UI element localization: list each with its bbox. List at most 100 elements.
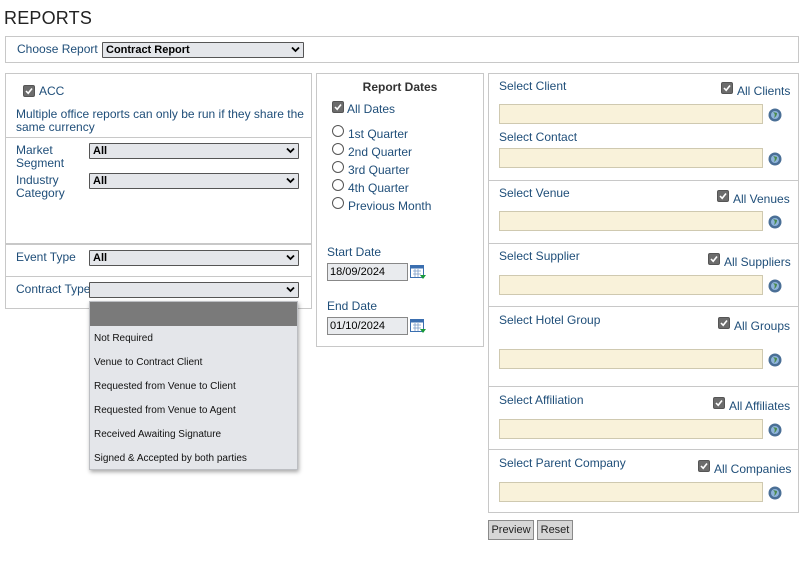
hotel-group-lookup-input[interactable] <box>499 349 763 369</box>
globe-icon[interactable] <box>768 108 782 122</box>
event-type-label: Event Type <box>16 250 76 264</box>
choose-report-select[interactable]: Contract Report <box>102 42 304 58</box>
radio-label-3rd-quarter: 3rd Quarter <box>348 163 410 177</box>
end-date-label: End Date <box>327 299 378 313</box>
select-client-label: Select Client <box>499 79 567 93</box>
dropdown-option-signed-accepted[interactable]: Signed & Accepted by both parties <box>94 453 247 464</box>
event-type-select[interactable]: All <box>89 250 299 266</box>
dropdown-option-venue-to-contract-client[interactable]: Venue to Contract Client <box>94 357 202 368</box>
radio-label-1st-quarter: 1st Quarter <box>348 127 409 141</box>
globe-icon[interactable] <box>768 279 782 293</box>
affiliation-lookup-input[interactable] <box>499 419 763 439</box>
globe-icon[interactable] <box>768 152 782 166</box>
industry-category-select[interactable]: All <box>89 173 299 189</box>
all-clients-checkbox[interactable] <box>721 82 733 94</box>
supplier-panel: Select Supplier All Suppliers <box>488 243 799 307</box>
check-icon <box>25 88 33 95</box>
all-groups-checkbox[interactable] <box>718 317 730 329</box>
contract-type-dropdown-menu: Not Required Venue to Contract Client Re… <box>89 301 298 470</box>
calendar-icon[interactable] <box>410 318 427 334</box>
select-supplier-label: Select Supplier <box>499 249 580 263</box>
start-date-input[interactable]: 18/09/2024 <box>327 263 408 281</box>
report-dates-panel: Report Dates All Dates 1st Quarter 2nd Q… <box>316 73 484 347</box>
chevron-down-icon <box>286 147 295 154</box>
acc-label: ACC <box>39 84 65 98</box>
hotel-group-panel: Select Hotel Group All Groups <box>488 306 799 387</box>
end-date-input[interactable]: 01/10/2024 <box>327 317 408 335</box>
radio-label-previous-month: Previous Month <box>348 199 432 213</box>
industry-category-label: Industry Category <box>16 173 65 200</box>
check-icon <box>334 104 342 111</box>
radio-3rd-quarter[interactable] <box>332 161 344 173</box>
dropdown-option-requested-venue-client[interactable]: Requested from Venue to Client <box>94 381 236 392</box>
all-venues-checkbox[interactable] <box>717 190 729 202</box>
choose-report-label: Choose Report <box>17 42 98 56</box>
radio-previous-month[interactable] <box>332 197 344 209</box>
check-icon <box>719 193 727 200</box>
select-affiliation-label: Select Affiliation <box>499 393 584 407</box>
radio-label-4th-quarter: 4th Quarter <box>348 181 409 195</box>
check-icon <box>715 400 723 407</box>
contact-lookup-input[interactable] <box>499 148 763 168</box>
choose-report-value: Contract Report <box>106 44 190 56</box>
dropdown-option-requested-venue-agent[interactable]: Requested from Venue to Agent <box>94 405 236 416</box>
all-dates-checkbox[interactable] <box>332 101 344 113</box>
all-affiliates-label: All Affiliates <box>729 399 791 413</box>
radio-1st-quarter[interactable] <box>332 125 344 137</box>
market-segment-label: Market Segment <box>16 143 65 170</box>
chevron-down-icon <box>286 286 295 293</box>
page-title: REPORTS <box>4 8 93 28</box>
reset-button[interactable]: Reset <box>537 520 573 540</box>
dropdown-option-selected[interactable] <box>90 302 297 326</box>
globe-icon[interactable] <box>768 353 782 367</box>
event-type-value: All <box>93 252 108 264</box>
all-affiliates-checkbox[interactable] <box>713 397 725 409</box>
select-parent-company-label: Select Parent Company <box>499 456 626 470</box>
all-groups-label: All Groups <box>734 319 791 333</box>
globe-icon[interactable] <box>768 215 782 229</box>
acc-checkbox[interactable] <box>23 85 35 97</box>
contract-type-label: Contract Type <box>16 282 91 296</box>
industry-category-value: All <box>93 175 108 187</box>
dropdown-option-not-required[interactable]: Not Required <box>94 333 153 344</box>
client-lookup-input[interactable] <box>499 104 763 124</box>
venue-lookup-input[interactable] <box>499 211 763 231</box>
select-contact-label: Select Contact <box>499 130 578 144</box>
radio-2nd-quarter[interactable] <box>332 143 344 155</box>
market-segment-select[interactable]: All <box>89 143 299 159</box>
start-date-label: Start Date <box>327 245 382 259</box>
parent-company-lookup-input[interactable] <box>499 482 763 502</box>
all-venues-label: All Venues <box>733 192 790 206</box>
client-panel: Select Client All Clients Select Contact <box>488 73 799 181</box>
select-venue-label: Select Venue <box>499 186 570 200</box>
check-icon <box>710 256 718 263</box>
chevron-down-icon <box>286 254 295 261</box>
preview-button[interactable]: Preview <box>488 520 534 540</box>
calendar-icon[interactable] <box>410 264 427 280</box>
event-type-panel: Event Type All <box>5 244 312 277</box>
radio-label-2nd-quarter: 2nd Quarter <box>348 145 413 159</box>
report-dates-heading: Report Dates <box>362 80 438 94</box>
all-suppliers-checkbox[interactable] <box>708 253 720 265</box>
check-icon <box>723 85 731 92</box>
chevron-down-icon <box>291 46 300 53</box>
contract-type-select[interactable] <box>89 282 299 298</box>
check-icon <box>720 320 728 327</box>
affiliation-panel: Select Affiliation All Affiliates <box>488 386 799 450</box>
dropdown-option-received-awaiting[interactable]: Received Awaiting Signature <box>94 429 221 440</box>
radio-4th-quarter[interactable] <box>332 179 344 191</box>
acc-panel: ACC Multiple office reports can only be … <box>5 73 312 138</box>
check-icon <box>700 463 708 470</box>
chevron-down-icon <box>286 177 295 184</box>
all-companies-label: All Companies <box>714 462 792 476</box>
all-suppliers-label: All Suppliers <box>724 255 791 269</box>
venue-panel: Select Venue All Venues <box>488 180 799 244</box>
choose-report-bar: Choose Report Contract Report <box>5 36 799 63</box>
supplier-lookup-input[interactable] <box>499 275 763 295</box>
all-companies-checkbox[interactable] <box>698 460 710 472</box>
all-clients-label: All Clients <box>737 84 791 98</box>
globe-icon[interactable] <box>768 423 782 437</box>
market-segment-value: All <box>93 145 108 157</box>
globe-icon[interactable] <box>768 486 782 500</box>
multi-office-note: Multiple office reports can only be run … <box>16 107 304 134</box>
